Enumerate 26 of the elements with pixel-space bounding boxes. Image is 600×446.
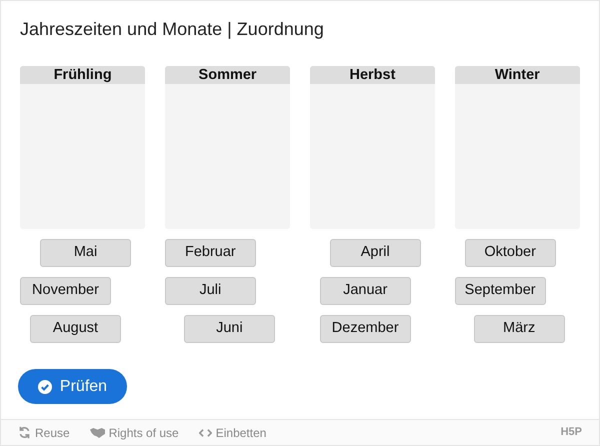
draggable-word[interactable]: Januar bbox=[320, 277, 411, 305]
refresh-icon bbox=[18, 426, 31, 439]
drop-zone[interactable]: Herbst bbox=[310, 66, 436, 229]
draggable-word[interactable]: Juni bbox=[184, 315, 275, 343]
check-button[interactable]: Prüfen bbox=[18, 369, 127, 404]
drop-zone-header: Frühling bbox=[20, 66, 146, 84]
drop-zone-header: Sommer bbox=[164, 66, 290, 84]
draggable-word[interactable]: Februar bbox=[164, 239, 256, 267]
draggable-word[interactable]: April bbox=[330, 239, 421, 267]
draggable-word[interactable]: Juli bbox=[164, 277, 256, 305]
draggable-word[interactable]: März bbox=[474, 315, 565, 343]
drop-zone[interactable]: Frühling bbox=[20, 66, 146, 229]
drop-zone[interactable]: Sommer bbox=[164, 66, 290, 229]
draggable-word[interactable]: Mai bbox=[40, 239, 131, 267]
draggable-word[interactable]: August bbox=[30, 315, 121, 343]
logo-text: H5P bbox=[560, 425, 582, 440]
page-title: Jahreszeiten und Monate | Zuordnung bbox=[20, 18, 325, 41]
check-circle-icon bbox=[38, 380, 52, 394]
drop-zone-header: Herbst bbox=[310, 66, 436, 84]
drop-zone-header: Winter bbox=[454, 66, 580, 84]
draggable-word[interactable]: Oktober bbox=[464, 239, 556, 267]
draggable-word[interactable]: Dezember bbox=[320, 315, 411, 343]
draggable-word[interactable]: November bbox=[20, 277, 111, 305]
drop-zone[interactable]: Winter bbox=[454, 66, 580, 229]
draggable-word[interactable]: September bbox=[454, 277, 546, 305]
code-icon bbox=[198, 428, 212, 438]
